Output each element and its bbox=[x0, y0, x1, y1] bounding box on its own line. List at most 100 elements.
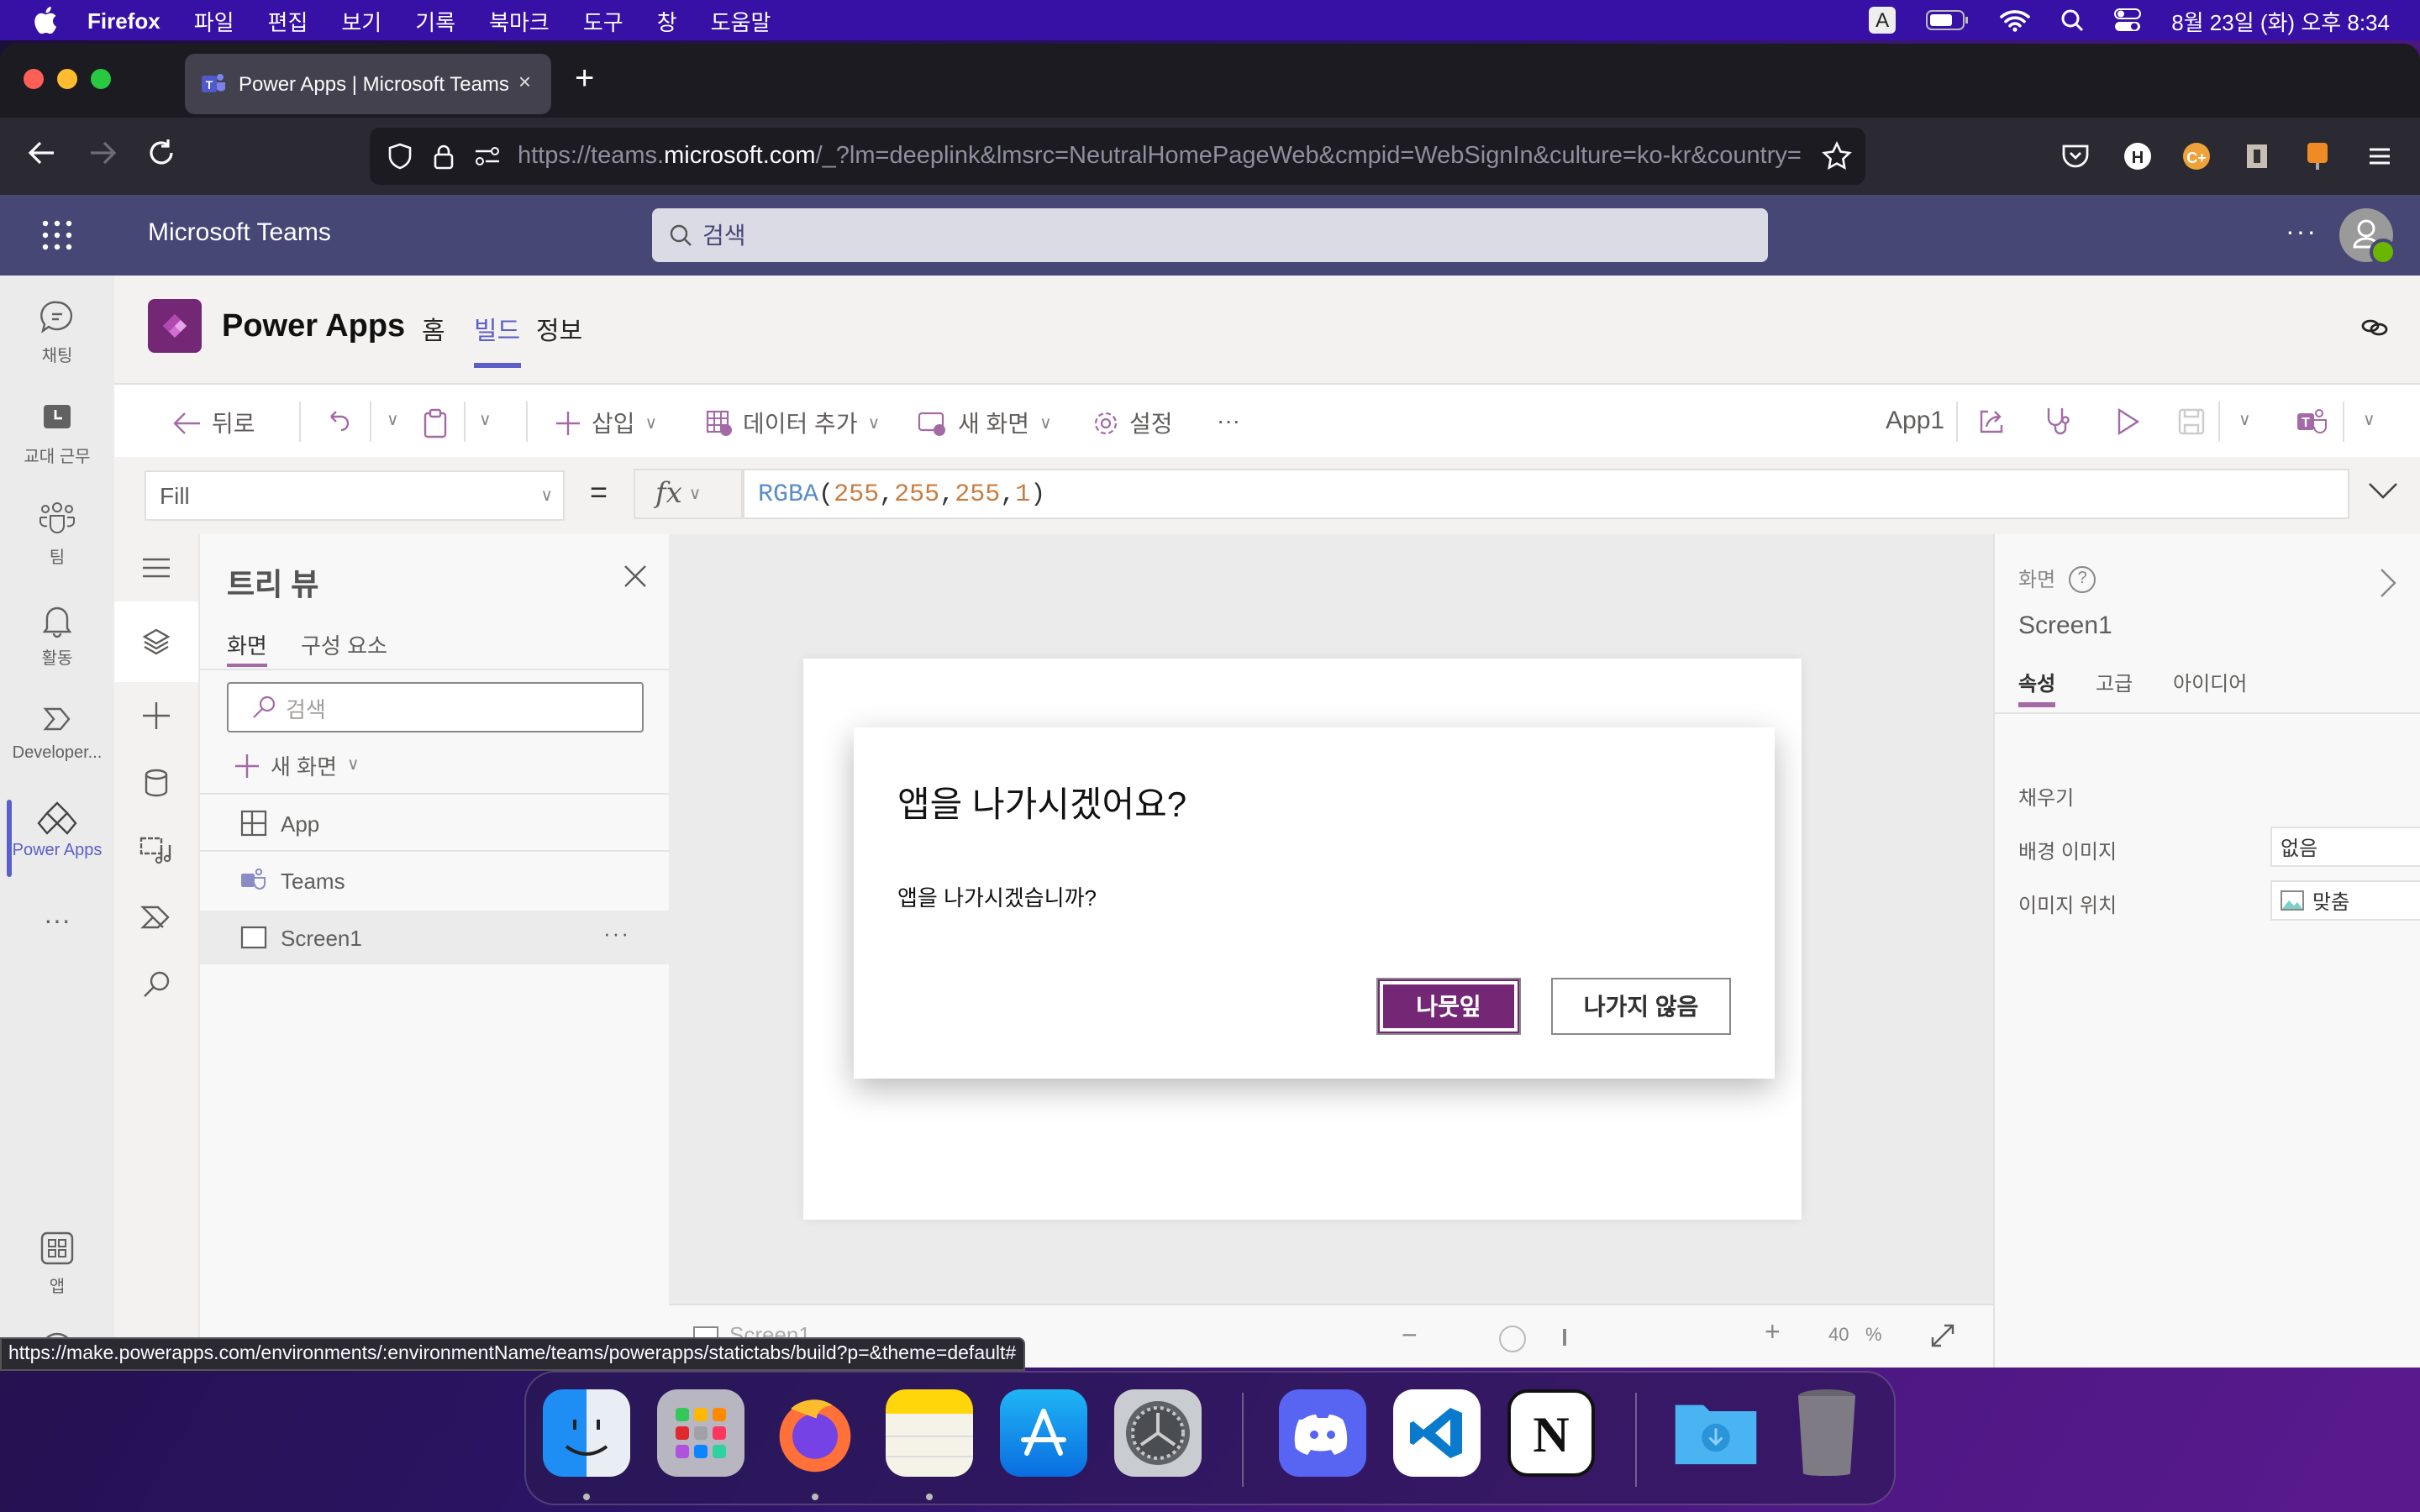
spotlight-search-icon[interactable] bbox=[2060, 8, 2084, 32]
tab-close-button[interactable]: × bbox=[518, 69, 531, 94]
tree-tab-components[interactable]: 구성 요소 bbox=[301, 628, 387, 660]
search-pane-button[interactable] bbox=[114, 951, 198, 1018]
save-icon[interactable] bbox=[2178, 407, 2205, 437]
add-data-button[interactable]: 데이터 추가 ∨ bbox=[706, 407, 880, 440]
menu-tools[interactable]: 도구 bbox=[583, 4, 623, 36]
prop-tab-properties[interactable]: 속성 bbox=[2018, 669, 2056, 707]
menu-help[interactable]: 도움말 bbox=[711, 4, 771, 36]
rail-item-chat[interactable]: 채팅 bbox=[0, 299, 114, 366]
image-position-select[interactable]: 맞춤 ∨ bbox=[2270, 880, 2420, 921]
close-icon[interactable] bbox=[623, 564, 647, 588]
user-avatar[interactable] bbox=[2339, 208, 2396, 265]
expand-formula-chevron-icon[interactable] bbox=[2366, 479, 2400, 502]
battery-icon[interactable] bbox=[1926, 10, 1970, 30]
dock-launchpad[interactable] bbox=[657, 1389, 744, 1477]
new-screen-button[interactable]: 새 화면 ∨ bbox=[918, 407, 1052, 440]
input-source-indicator[interactable]: A bbox=[1869, 7, 1897, 34]
wifi-icon[interactable] bbox=[2000, 8, 2030, 32]
rail-item-developer-portal[interactable]: Developer... bbox=[0, 702, 114, 763]
tab-home[interactable]: 홈 bbox=[422, 312, 445, 348]
dock-system-preferences[interactable] bbox=[1114, 1389, 1202, 1477]
dock-vscode[interactable] bbox=[1393, 1389, 1481, 1477]
power-automate-pane-button[interactable] bbox=[114, 884, 198, 951]
control-center-icon[interactable] bbox=[2114, 8, 2142, 32]
help-icon[interactable]: ? bbox=[2069, 565, 2096, 592]
media-pane-button[interactable] bbox=[114, 816, 198, 884]
extension-screenshot-icon[interactable] bbox=[2242, 141, 2272, 171]
share-icon[interactable] bbox=[1976, 407, 2007, 437]
menu-edit[interactable]: 편집 bbox=[268, 4, 308, 36]
menu-bookmarks[interactable]: 북마크 bbox=[489, 4, 550, 36]
menu-file[interactable]: 파일 bbox=[194, 4, 234, 36]
undo-icon[interactable] bbox=[326, 408, 353, 435]
url-text[interactable]: https://teams.microsoft.com/_?lm=deeplin… bbox=[518, 143, 1812, 170]
close-window-button[interactable] bbox=[24, 69, 44, 89]
prop-tab-ideas[interactable]: 아이디어 bbox=[2173, 669, 2247, 697]
tree-search-input[interactable]: 검색 bbox=[227, 682, 644, 732]
rail-item-power-apps[interactable]: Power Apps bbox=[0, 800, 114, 877]
tree-new-screen-button[interactable]: 새 화면 ∨ bbox=[234, 749, 360, 781]
back-arrow-icon[interactable] bbox=[27, 138, 57, 168]
zoom-in-button[interactable]: + bbox=[1765, 1319, 1781, 1349]
zoom-value[interactable]: 40 bbox=[1828, 1326, 1849, 1346]
undo-dropdown-chevron-icon[interactable]: ∨ bbox=[387, 412, 399, 430]
back-button[interactable]: 뒤로 bbox=[171, 407, 255, 440]
selected-control-name[interactable]: Screen1 bbox=[2018, 612, 2112, 640]
rail-item-shifts[interactable]: 교대 근무 bbox=[0, 400, 114, 467]
rail-item-activity[interactable]: 활동 bbox=[0, 601, 114, 669]
paste-clipboard-icon[interactable] bbox=[422, 408, 449, 438]
site-permissions-icon[interactable] bbox=[474, 143, 501, 170]
menu-app-name[interactable]: Firefox bbox=[87, 8, 160, 33]
prop-tab-advanced[interactable]: 고급 bbox=[2096, 669, 2133, 697]
tree-item-screen1[interactable]: Screen1 ··· bbox=[200, 911, 671, 964]
settings-button[interactable]: 설정 bbox=[1092, 407, 1173, 440]
background-image-select[interactable]: 없음 ∨ bbox=[2270, 827, 2420, 867]
teams-more-button[interactable]: ··· bbox=[2286, 218, 2317, 249]
pocket-icon[interactable] bbox=[2060, 141, 2091, 171]
extension-h-icon[interactable]: H bbox=[2123, 141, 2153, 171]
app-name[interactable]: App1 bbox=[1886, 407, 1944, 435]
menubar-clock[interactable]: 8월 23일 (화) 오후 8:34 bbox=[2171, 4, 2390, 36]
more-commands-button[interactable]: ··· bbox=[1217, 407, 1240, 433]
dock-finder[interactable] bbox=[543, 1389, 630, 1477]
dock-firefox[interactable] bbox=[771, 1389, 859, 1477]
dock-downloads-folder[interactable] bbox=[1672, 1389, 1760, 1477]
formula-input[interactable]: RGBA(255, 255, 255, 1) bbox=[743, 469, 2349, 519]
tree-tab-screens[interactable]: 화면 bbox=[227, 628, 267, 667]
tree-item-app[interactable]: App bbox=[200, 796, 671, 850]
tree-item-more-button[interactable]: ··· bbox=[603, 921, 630, 946]
menu-window[interactable]: 창 bbox=[657, 4, 677, 36]
dock-trash[interactable] bbox=[1783, 1389, 1870, 1477]
publish-dropdown-chevron-icon[interactable]: ∨ bbox=[2363, 412, 2375, 430]
extension-rss-icon[interactable] bbox=[2302, 141, 2333, 171]
teams-search-input[interactable]: 검색 bbox=[652, 208, 1768, 262]
dock-notes[interactable] bbox=[886, 1389, 973, 1477]
dialog-confirm-button[interactable]: 나뭇잎 bbox=[1376, 978, 1521, 1035]
app-launcher-waffle-icon[interactable] bbox=[40, 218, 74, 252]
dock-discord[interactable] bbox=[1279, 1389, 1366, 1477]
lock-icon[interactable] bbox=[430, 143, 457, 170]
minimize-window-button[interactable] bbox=[57, 69, 77, 89]
dock-notion[interactable]: N bbox=[1507, 1389, 1595, 1477]
save-dropdown-chevron-icon[interactable]: ∨ bbox=[2238, 412, 2251, 430]
hamburger-menu-button[interactable] bbox=[114, 534, 198, 601]
zoom-out-button[interactable]: − bbox=[1402, 1322, 1418, 1352]
tab-build[interactable]: 빌드 bbox=[474, 312, 520, 368]
zoom-slider-thumb[interactable] bbox=[1499, 1326, 1526, 1352]
dialog-cancel-button[interactable]: 나가지 않음 bbox=[1551, 978, 1731, 1035]
zoom-window-button[interactable] bbox=[91, 69, 111, 89]
tree-view-button[interactable] bbox=[114, 601, 198, 682]
function-picker-button[interactable]: fx ∨ bbox=[634, 469, 743, 519]
insert-pane-button[interactable] bbox=[114, 682, 198, 749]
forward-arrow-icon[interactable] bbox=[87, 138, 118, 168]
hamburger-menu-icon[interactable] bbox=[2365, 141, 2395, 171]
rail-item-teams[interactable]: 팀 bbox=[0, 501, 114, 568]
browser-tab-active[interactable]: T Power Apps | Microsoft Teams × bbox=[185, 54, 551, 114]
publish-to-teams-icon[interactable]: T bbox=[2296, 407, 2329, 437]
new-tab-button[interactable]: + bbox=[575, 60, 594, 99]
app-checker-stethoscope-icon[interactable] bbox=[2044, 407, 2074, 437]
insert-button[interactable]: 삽입 ∨ bbox=[555, 407, 657, 440]
bookmark-star-icon[interactable] bbox=[1822, 141, 1852, 171]
paste-dropdown-chevron-icon[interactable]: ∨ bbox=[479, 412, 492, 430]
menu-history[interactable]: 기록 bbox=[415, 4, 455, 36]
